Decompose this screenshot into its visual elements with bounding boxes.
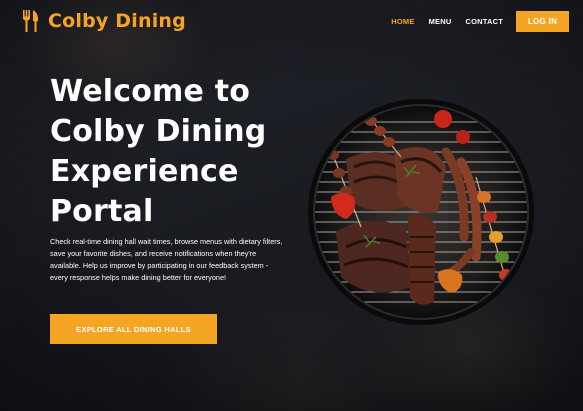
fork-knife-icon	[23, 10, 39, 32]
explore-dining-halls-button[interactable]: EXPLORE ALL DINING HALLS	[50, 314, 217, 344]
brand-logo-link[interactable]: Colby Dining	[22, 10, 186, 32]
login-button[interactable]: LOG IN	[516, 11, 569, 32]
nav-home[interactable]: HOME	[391, 17, 414, 26]
nav-contact[interactable]: CONTACT	[465, 17, 503, 26]
hero-title: Welcome to Colby Dining Experience Porta…	[50, 74, 267, 229]
grill-image	[308, 99, 534, 325]
hero-description: Check real-time dining hall wait times, …	[50, 237, 283, 282]
brand-name: Colby Dining	[48, 10, 186, 32]
nav-menu[interactable]: MENU	[429, 17, 452, 26]
main-nav: HOME MENU CONTACT	[391, 17, 503, 26]
